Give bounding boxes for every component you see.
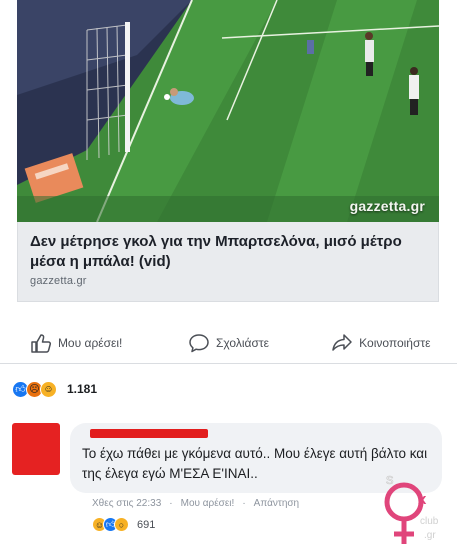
comment-reaction-count: 691 [137, 518, 156, 531]
like-button-label: Μου αρέσει! [57, 335, 123, 350]
soccer-goal-photo [17, 0, 439, 222]
post-photo[interactable]: gazzetta.gr [17, 0, 439, 222]
commenter-avatar[interactable] [12, 423, 60, 475]
post-action-bar: Μου αρέσει! Σχολιάστε Κοινοποιήστε [0, 322, 457, 364]
haha-reaction-icon: ☺︎ [40, 380, 57, 398]
site-watermark-logo: s x club .gr [384, 471, 439, 544]
comment-like-link[interactable]: Μου αρέσει! [181, 498, 235, 509]
photo-brand-watermark: gazzetta.gr [349, 198, 425, 214]
commenter-name-redacted[interactable] [90, 429, 208, 438]
comment-button-label: Σχολιάστε [216, 335, 269, 350]
thumbs-up-icon [31, 333, 51, 353]
comment-timestamp[interactable]: Χθες στις 22:33 [92, 498, 161, 509]
link-preview[interactable]: Δεν μέτρησε γκολ για την Μπαρτσελόνα, μι… [17, 222, 439, 302]
comment-meta: Χθες στις 22:33 · Μου αρέσει! · Απάντηση [92, 498, 299, 509]
wow-reaction-icon: ○ [114, 517, 129, 532]
post-reactions-summary[interactable]: 👍︎ ☹︎ ☺︎ 1.181 [12, 378, 97, 400]
comment-icon [189, 333, 209, 352]
svg-text:s: s [386, 471, 394, 488]
svg-text:x: x [418, 491, 427, 508]
comment-reply-link[interactable]: Απάντηση [254, 498, 299, 509]
link-domain: gazzetta.gr [30, 275, 87, 287]
share-button[interactable]: Κοινοποιήστε [305, 333, 457, 353]
comment-button[interactable]: Σχολιάστε [152, 333, 304, 353]
meta-separator: · [169, 498, 173, 509]
link-title[interactable]: Δεν μέτρησε γκολ για την Μπαρτσελόνα, μι… [30, 232, 426, 272]
svg-text:.gr: .gr [424, 530, 436, 541]
reaction-count: 1.181 [67, 382, 98, 396]
share-button-label: Κοινοποιήστε [359, 335, 431, 350]
facebook-post-card: gazzetta.gr Δεν μέτρησε γκολ για την Μπα… [0, 0, 457, 550]
share-icon [332, 333, 352, 351]
like-button[interactable]: Μου αρέσει! [0, 333, 152, 353]
comment-reactions-summary[interactable]: ☺︎ 👍︎ ○ 691 [92, 517, 155, 532]
meta-separator: · [242, 498, 246, 509]
svg-text:club: club [420, 516, 439, 527]
